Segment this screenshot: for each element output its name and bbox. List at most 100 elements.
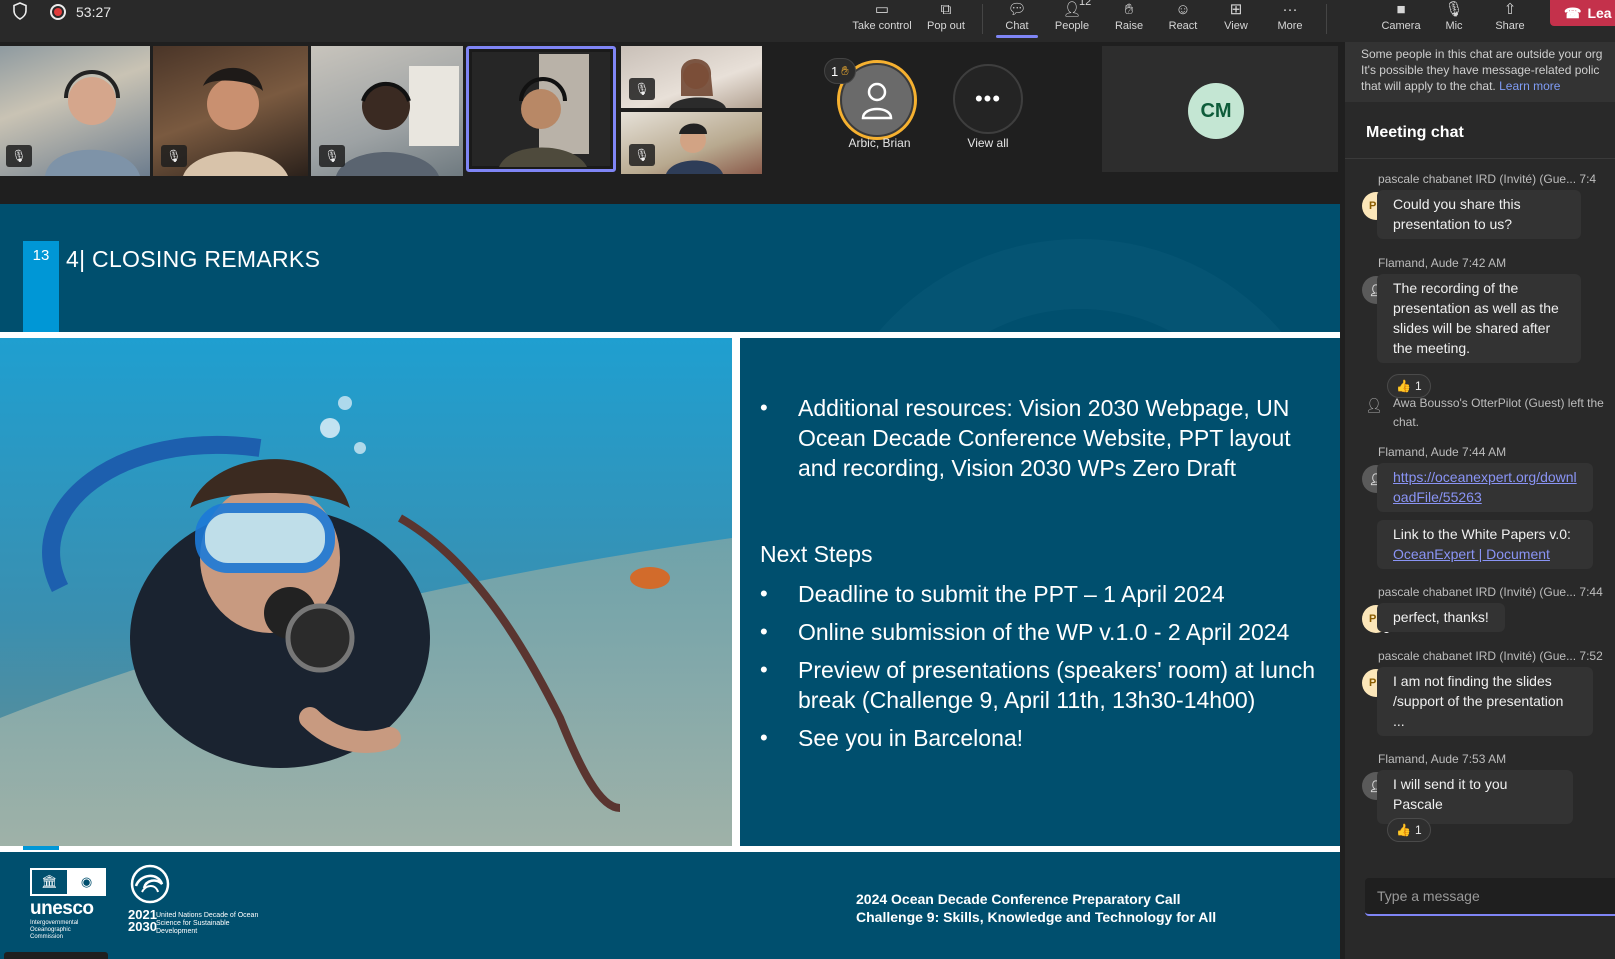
meeting-toolbar: 53:27 ▭ Take control ⧉ Pop out 💬︎ Chat 👤… (0, 0, 1615, 42)
mic-off-icon: 🎙︎ (1444, 1, 1464, 18)
view-all-button[interactable]: ••• (953, 64, 1023, 134)
system-message: Awa Bousso's OtterPilot (Guest) left the… (1393, 396, 1604, 429)
raise-hand-icon: ✋︎ (841, 63, 849, 78)
chat-message[interactable]: Could you share this presentation to us? (1377, 190, 1581, 239)
phone-hangup-icon: ☎ (1564, 4, 1582, 21)
muted-mic-icon: 🎙︎ (6, 145, 32, 167)
next-steps-heading: Next Steps (760, 541, 873, 567)
people-count-badge: 12 (1079, 0, 1092, 8)
person-left-icon: 👤︎ (1365, 397, 1383, 413)
shield-icon (12, 1, 28, 23)
divider-accent (23, 846, 59, 850)
learn-more-link[interactable]: Learn more (1499, 79, 1560, 93)
raise-hand-icon: ✋︎ (1124, 1, 1134, 18)
raise-hand-button[interactable]: ✋︎ Raise (1106, 0, 1152, 38)
toolbar-divider (982, 4, 983, 34)
oceanexpert-document-link[interactable]: OceanExpert | Document (1393, 546, 1550, 562)
slide-footer-text: 2024 Ocean Decade Conference Preparatory… (856, 891, 1217, 925)
participant-tile-cm[interactable]: CM (1102, 46, 1338, 172)
toolbar-divider (1326, 4, 1327, 34)
take-control-icon: ▭ (874, 1, 890, 18)
wave-icon (130, 864, 170, 904)
meeting-timer: 53:27 (76, 4, 112, 20)
divider (1345, 158, 1615, 159)
pop-out-button[interactable]: ⧉ Pop out (923, 0, 969, 38)
pop-out-icon: ⧉ (940, 1, 952, 18)
message-meta: Flamand, Aude 7:44 AM (1378, 445, 1507, 459)
mic-button[interactable]: 🎙︎ Mic (1436, 0, 1472, 38)
people-button[interactable]: 👤︎ 12 People (1050, 0, 1094, 38)
chat-message[interactable]: perfect, thanks! (1377, 603, 1505, 632)
muted-mic-icon: 🎙︎ (161, 145, 187, 167)
slide-bullets: Additional resources: Vision 2030 Webpag… (760, 393, 1330, 761)
chat-button[interactable]: 💬︎ Chat (994, 0, 1040, 38)
more-icon: ··· (1282, 1, 1298, 18)
message-meta: pascale chabanet IRD (Invité) (Gue... 7:… (1378, 172, 1597, 186)
thumbs-up-icon: 👍 (1396, 379, 1411, 393)
presenter-name-tag (4, 952, 108, 959)
reaction-badge[interactable]: 👍 1 (1387, 818, 1431, 842)
muted-mic-icon: 🎙︎ (629, 144, 655, 166)
muted-mic-icon: 🎙︎ (319, 145, 345, 167)
diver-photo (0, 338, 732, 846)
slide-title: 4| CLOSING REMARKS (66, 246, 321, 272)
chat-title: Meeting chat (1366, 124, 1464, 141)
react-icon: ☺ (1175, 1, 1191, 18)
participant-video-tile[interactable]: 🎙︎ (621, 112, 762, 174)
participant-video-tile[interactable]: 🎙︎ (311, 46, 463, 176)
divider (732, 338, 740, 846)
message-meta: Flamand, Aude 7:42 AM (1378, 256, 1507, 270)
view-all-label: View all (967, 136, 1009, 150)
slide-bullet: Additional resources: Vision 2030 Webpag… (760, 393, 1330, 483)
chat-message[interactable]: The recording of the presentation as wel… (1377, 274, 1581, 363)
participant-video-tile[interactable]: 🎙︎ (0, 46, 150, 176)
message-meta: Flamand, Aude 7:53 AM (1378, 752, 1507, 766)
message-meta: pascale chabanet IRD (Invité) (Gue... 7:… (1378, 649, 1603, 663)
chat-input-placeholder: Type a message (1377, 888, 1480, 904)
white-papers-link[interactable]: https://oceanexpert.org/downl oadFile/552… (1393, 469, 1577, 505)
slide-text-panel: Additional resources: Vision 2030 Webpag… (740, 338, 1340, 846)
chat-message[interactable]: I will send it to you Pascale (1377, 770, 1573, 824)
meeting-chat-panel: Some people in this chat are outside you… (1345, 42, 1615, 959)
participant-video-tile[interactable]: 🎙︎ (621, 46, 762, 108)
slide-bullet: Preview of presentations (speakers' room… (760, 655, 1330, 715)
view-icon: ⊞ (1229, 1, 1243, 18)
slide-bullet: Online submission of the WP v.1.0 - 2 Ap… (760, 617, 1330, 647)
more-button[interactable]: ··· More (1270, 0, 1310, 38)
muted-mic-icon: 🎙︎ (629, 78, 655, 100)
chat-message: Link to the White Papers v.0: OceanExper… (1377, 520, 1593, 569)
slide-bullet: See you in Barcelona! (760, 723, 1330, 753)
raised-participant-name: Arbic, Brian (848, 136, 911, 150)
camera-button[interactable]: ■ Camera (1378, 0, 1424, 38)
participant-strip: 🎙︎ 🎙︎ 🎙︎ 🎙︎ 🎙︎ 1 ✋︎ Arbic, Brian ••• Vie… (0, 42, 1345, 204)
camera-off-icon: ■ (1396, 1, 1406, 18)
thumbs-up-icon: 👍 (1396, 823, 1411, 837)
participant-video-tile[interactable]: 🎙︎ (153, 46, 308, 176)
unesco-emblem: 🏛︎ ◉ (30, 868, 106, 896)
slide-footer: 🏛︎ ◉ unesco Intergovernmental Oceanograp… (0, 852, 1340, 959)
raise-hand-badge: 1 ✋︎ (824, 58, 856, 84)
react-button[interactable]: ☺ React (1162, 0, 1204, 38)
slide-number: 13 (32, 247, 50, 264)
unesco-logo: 🏛︎ ◉ unesco Intergovernmental Oceanograp… (30, 868, 106, 941)
ocean-decade-logo: 2021 2030 United Nations Decade of Ocean… (128, 864, 258, 935)
recording-status: 53:27 (12, 1, 112, 23)
share-button[interactable]: ⇧ Share (1490, 0, 1530, 38)
more-icon: ••• (974, 86, 1002, 111)
take-control-button[interactable]: ▭ Take control (851, 0, 913, 38)
teams-meeting-window: 53:27 ▭ Take control ⧉ Pop out 💬︎ Chat 👤… (0, 0, 1615, 959)
active-speaker-video-tile[interactable] (466, 46, 616, 172)
external-org-warning: Some people in this chat are outside you… (1345, 42, 1615, 102)
participant-video (472, 52, 610, 167)
leave-button[interactable]: ☎ Lea (1550, 0, 1615, 26)
view-button[interactable]: ⊞ View (1216, 0, 1256, 38)
avatar: CM (1188, 83, 1244, 139)
chat-message: https://oceanexpert.org/downl oadFile/552… (1377, 463, 1593, 512)
recording-icon (50, 4, 66, 20)
chat-icon: 💬︎ (1007, 1, 1027, 18)
chat-message-input[interactable]: Type a message (1365, 878, 1615, 916)
unesco-subtitle: Intergovernmental Oceanographic Commissi… (30, 920, 79, 940)
chat-message[interactable]: I am not finding the slides /support of … (1377, 667, 1593, 736)
unesco-wordmark: unesco (30, 898, 94, 919)
decade-subtitle: United Nations Decade of Ocean Science f… (156, 912, 259, 935)
